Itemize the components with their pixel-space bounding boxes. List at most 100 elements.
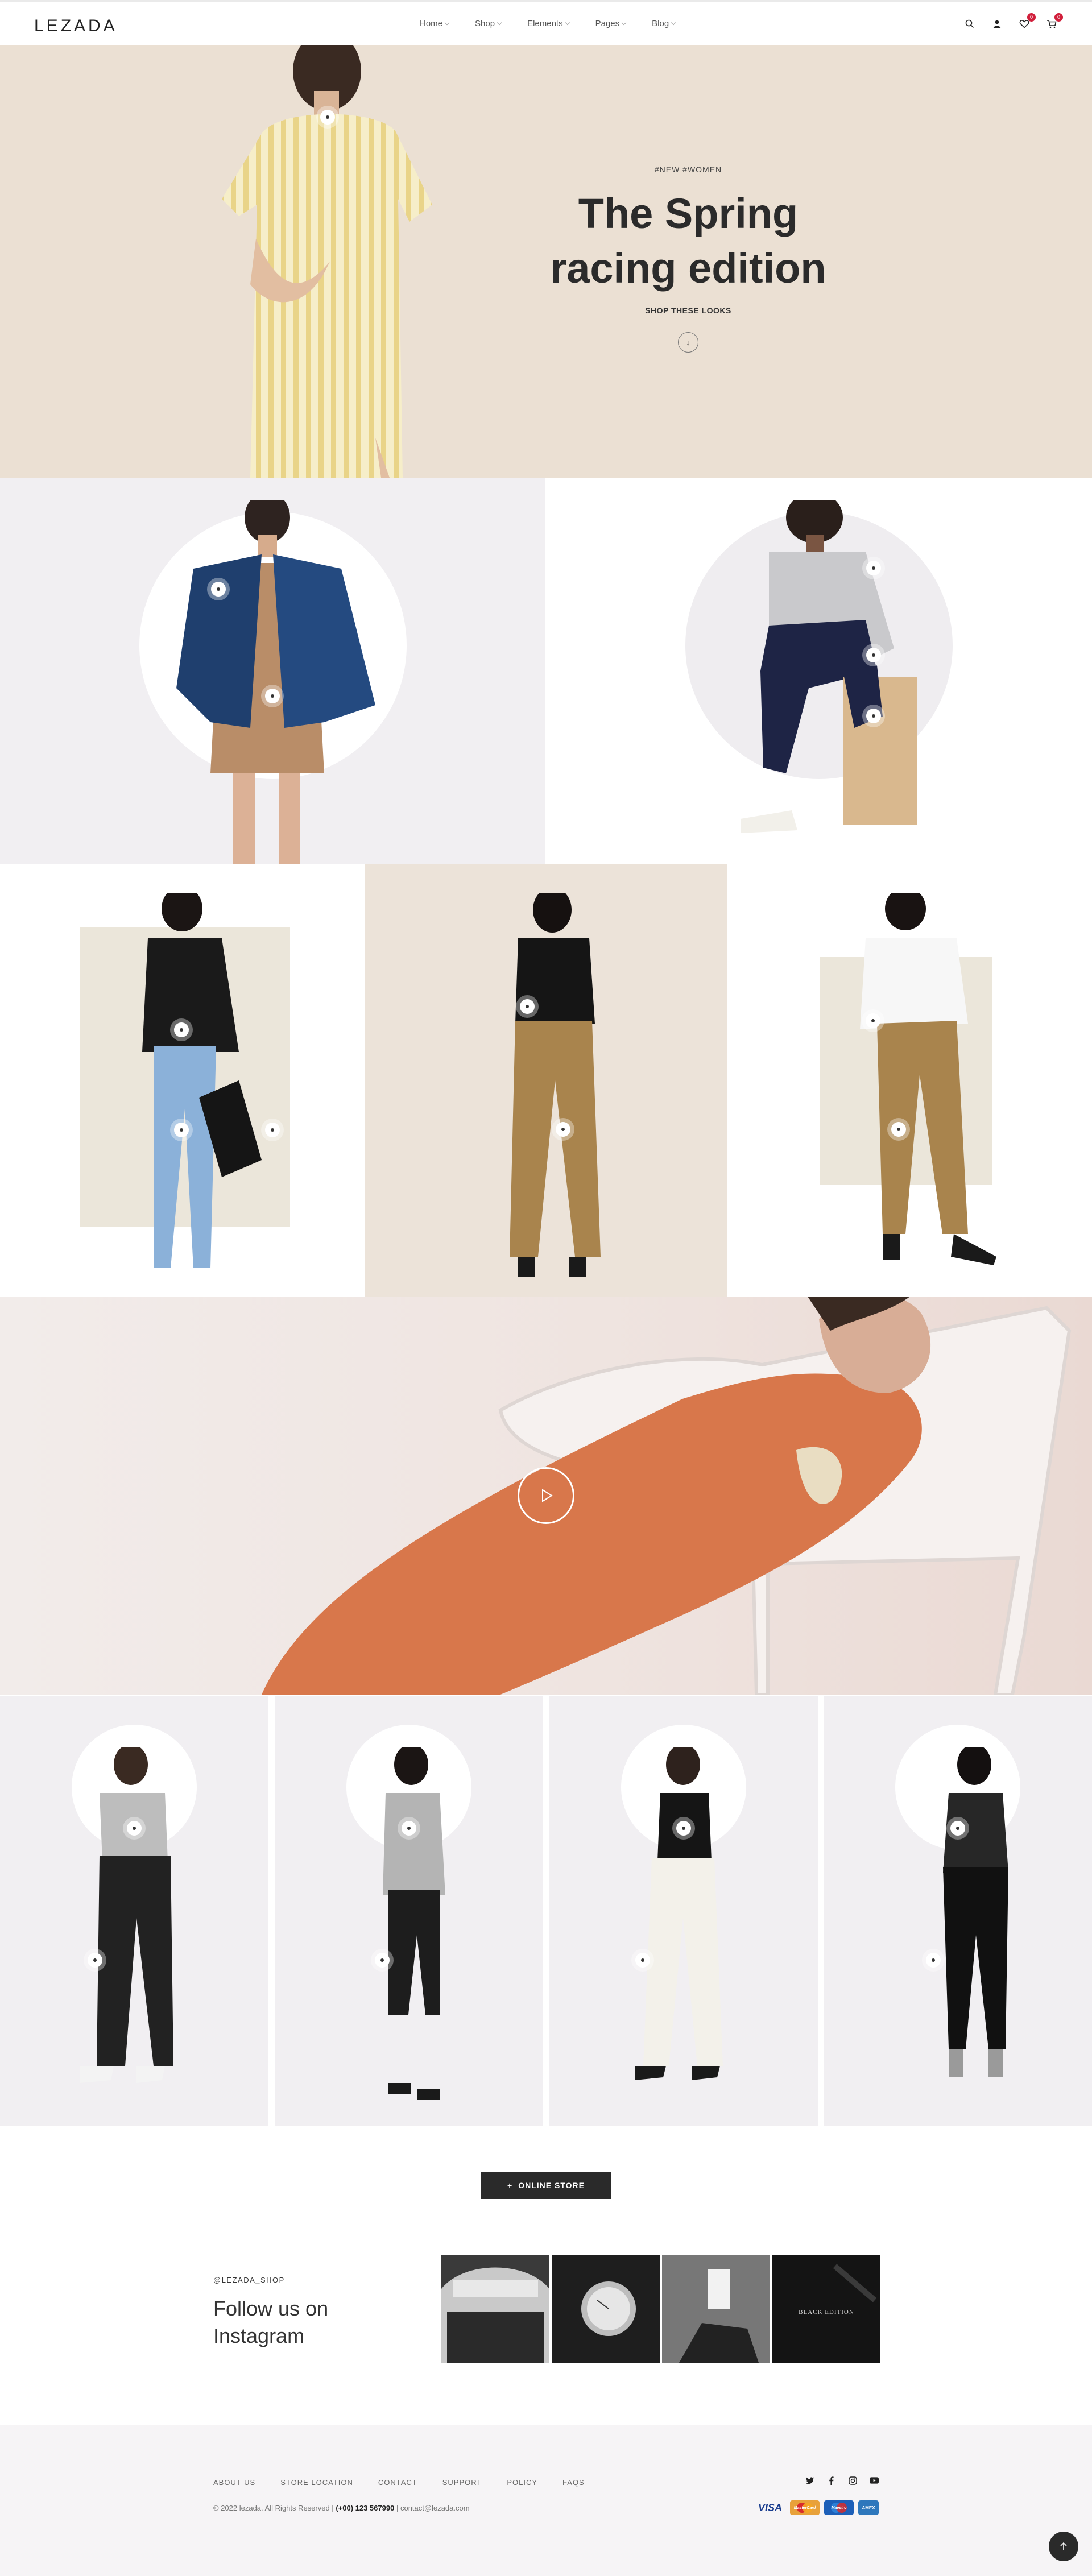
product-hotspot[interactable] xyxy=(950,1821,965,1836)
black-edition-label: BLACK EDITION xyxy=(799,2309,854,2316)
site-footer xyxy=(0,2425,1092,2576)
black-shirt-model-image xyxy=(142,893,262,1268)
nav-shop[interactable]: Shop xyxy=(475,19,502,28)
khaki-pants-model-image xyxy=(510,893,601,1277)
product-hotspot[interactable] xyxy=(174,1123,189,1137)
hero-title-line2: racing edition xyxy=(550,245,826,292)
chevron-down-icon xyxy=(565,20,570,25)
logo[interactable]: LEZADA xyxy=(34,16,118,36)
product-hotspot[interactable] xyxy=(211,582,226,597)
grey-tee-model-image xyxy=(80,1747,173,2083)
instagram-photo[interactable]: BLACK EDITION xyxy=(772,2255,880,2363)
product-hotspot[interactable] xyxy=(127,1821,142,1836)
product-hotspot[interactable] xyxy=(676,1821,691,1836)
footer-phone: (+00) 123 567990 xyxy=(336,2504,395,2512)
lookbook-tile-black-shirt xyxy=(0,864,362,1297)
product-hotspot[interactable] xyxy=(926,1953,941,1968)
lookbook-tile-denim xyxy=(0,478,545,864)
mastercard-icon: MasterCard xyxy=(790,2500,820,2515)
wishlist-count-badge: 0 xyxy=(1027,13,1036,22)
amex-label: AMEX xyxy=(862,2505,875,2511)
chevron-down-icon xyxy=(621,20,627,25)
instagram-icon[interactable] xyxy=(848,2476,857,2485)
chevron-down-icon xyxy=(497,20,502,25)
product-hotspot[interactable] xyxy=(891,1122,906,1137)
nav-shop-label: Shop xyxy=(475,19,495,28)
lookbook-tile-grey-tank xyxy=(275,1696,543,2126)
nav-blog[interactable]: Blog xyxy=(652,19,676,28)
product-hotspot[interactable] xyxy=(320,110,335,125)
visa-icon: VISA xyxy=(755,2500,785,2515)
maestro-icon: Maestro xyxy=(824,2500,854,2515)
footer-link-about[interactable]: ABOUT US xyxy=(213,2478,255,2487)
lookbook-tile-white-shirt xyxy=(729,864,1092,1297)
footer-link-faqs[interactable]: FAQS xyxy=(562,2478,585,2487)
instagram-photo[interactable] xyxy=(662,2255,770,2363)
play-icon xyxy=(542,1489,553,1502)
wishlist-icon[interactable]: 0 xyxy=(1018,13,1036,30)
footer-email[interactable]: contact@lezada.com xyxy=(400,2504,470,2512)
product-hotspot[interactable] xyxy=(174,1022,189,1037)
maestro-label: Maestro xyxy=(831,2505,847,2510)
product-hotspot[interactable] xyxy=(866,648,881,662)
footer-links: ABOUT US STORE LOCATION CONTACT SUPPORT … xyxy=(213,2478,585,2487)
footer-link-policy[interactable]: POLICY xyxy=(507,2478,537,2487)
twitter-icon[interactable] xyxy=(805,2476,814,2485)
shop-these-looks-link[interactable]: SHOP THESE LOOKS xyxy=(500,306,876,315)
instagram-photo[interactable] xyxy=(552,2255,660,2363)
youtube-icon[interactable] xyxy=(870,2476,879,2485)
instagram-photo-2 xyxy=(552,2255,660,2363)
product-hotspot[interactable] xyxy=(375,1953,390,1968)
product-hotspot[interactable] xyxy=(556,1122,570,1137)
visa-label: VISA xyxy=(758,2502,782,2513)
online-store-label: ONLINE STORE xyxy=(518,2181,585,2190)
grey-tank-model-image xyxy=(383,1747,445,2100)
instagram-title: Follow us on Instagram xyxy=(213,2297,329,2347)
footer-link-support[interactable]: SUPPORT xyxy=(442,2478,482,2487)
denim-jacket-model-image xyxy=(176,500,375,864)
product-hotspot[interactable] xyxy=(520,999,535,1014)
product-hotspot[interactable] xyxy=(635,1953,650,1968)
white-shirt-model-image xyxy=(860,893,996,1265)
product-hotspot[interactable] xyxy=(265,689,280,703)
user-icon[interactable] xyxy=(991,18,1003,30)
product-hotspot[interactable] xyxy=(88,1953,102,1968)
hero-banner: #NEW #WOMEN The Spring racing edition SH… xyxy=(0,45,1092,478)
nav-elements[interactable]: Elements xyxy=(527,19,570,28)
search-icon[interactable] xyxy=(963,18,976,30)
chevron-down-icon xyxy=(671,20,676,25)
lookbook-tile-khaki-pants xyxy=(365,864,727,1297)
product-hotspot[interactable] xyxy=(866,709,881,723)
sweater-model-image xyxy=(741,500,917,833)
product-hotspot[interactable] xyxy=(866,561,881,575)
arrow-up-icon xyxy=(1060,2542,1067,2550)
product-hotspot[interactable] xyxy=(402,1821,416,1836)
nav-pages-label: Pages xyxy=(595,19,620,28)
instagram-photo-3 xyxy=(662,2255,770,2363)
facebook-icon[interactable] xyxy=(826,2476,835,2485)
instagram-photo[interactable] xyxy=(441,2255,549,2363)
play-video-button[interactable] xyxy=(518,1467,574,1524)
product-hotspot[interactable] xyxy=(265,1123,280,1137)
payment-methods: VISA MasterCard Maestro AMEX xyxy=(755,2500,879,2515)
lookbook-tile-sweater xyxy=(547,478,1092,864)
nav-pages[interactable]: Pages xyxy=(595,19,627,28)
footer-link-contact[interactable]: CONTACT xyxy=(378,2478,417,2487)
black-set-model-image xyxy=(943,1747,1008,2077)
footer-link-store-location[interactable]: STORE LOCATION xyxy=(280,2478,353,2487)
white-pants-model-image xyxy=(635,1747,723,2080)
product-hotspot[interactable] xyxy=(866,1013,880,1028)
chevron-down-icon xyxy=(444,20,450,25)
scroll-down-button[interactable]: ↓ xyxy=(678,332,698,353)
cart-icon[interactable]: 0 xyxy=(1045,13,1063,30)
nav-home[interactable]: Home xyxy=(420,19,450,28)
online-store-button[interactable]: + ONLINE STORE xyxy=(481,2172,611,2199)
header-actions: 0 0 xyxy=(963,13,1063,30)
instagram-handle[interactable]: @LEZADA_SHOP xyxy=(213,2276,285,2284)
lookbook-tile-grey-tee xyxy=(0,1696,268,2126)
mastercard-label: MasterCard xyxy=(793,2505,816,2510)
arrow-down-icon: ↓ xyxy=(686,338,690,347)
back-to-top-button[interactable] xyxy=(1049,2532,1078,2561)
lookbook-tile-white-pants xyxy=(549,1696,818,2126)
hero-title-line1: The Spring xyxy=(578,190,799,237)
